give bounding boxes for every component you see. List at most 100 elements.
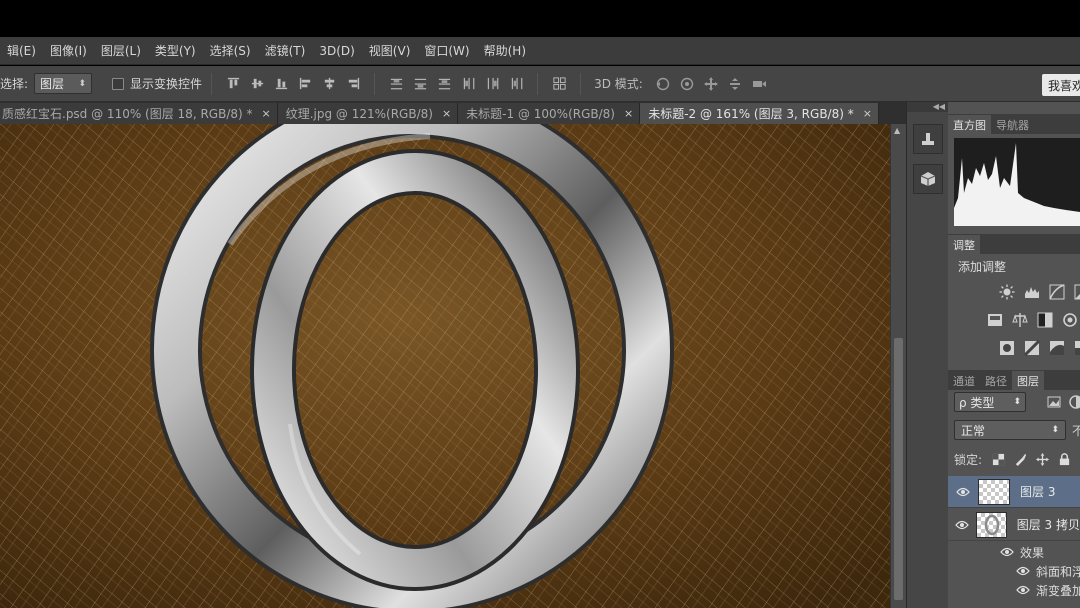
lock-transparent-icon[interactable] xyxy=(988,450,1008,468)
invert-icon[interactable] xyxy=(996,338,1018,358)
auto-select-value: 图层 xyxy=(40,77,65,91)
distribute-top-icon[interactable] xyxy=(384,74,408,94)
layers-panel-tabs: 通道 路径 图层 xyxy=(948,370,1080,390)
align-left-icon[interactable] xyxy=(293,74,317,94)
menu-view[interactable]: 视图(V) xyxy=(362,42,418,59)
scroll-up-icon[interactable]: ▲ xyxy=(894,126,900,135)
workspace-button[interactable]: 我喜欢 xyxy=(1042,74,1080,96)
curves-icon[interactable] xyxy=(1046,282,1068,302)
canvas-artwork xyxy=(0,124,890,608)
tab-histogram[interactable]: 直方图 xyxy=(948,115,991,134)
tab-document-3[interactable]: 未标题-1 @ 100%(RGB/8) × xyxy=(458,103,641,124)
auto-select-dropdown[interactable]: 图层 ⬍ xyxy=(34,73,93,94)
tab-navigator[interactable]: 导航器 xyxy=(991,115,1034,134)
exposure-icon[interactable] xyxy=(1071,282,1080,302)
slide-3d-icon[interactable] xyxy=(723,74,747,94)
menu-layer[interactable]: 图层(L) xyxy=(94,42,148,59)
distribute-bottom-icon[interactable] xyxy=(432,74,456,94)
levels-icon[interactable] xyxy=(1021,282,1043,302)
distribute-vcenter-icon[interactable] xyxy=(408,74,432,94)
menu-edit[interactable]: 辑(E) xyxy=(0,42,43,59)
dropdown-arrow-icon: ⬍ xyxy=(1051,425,1059,435)
show-transform-label: 显示变换控件 xyxy=(130,77,203,91)
blend-mode-dropdown[interactable]: 正常 ⬍ xyxy=(954,420,1066,440)
lock-position-move-icon[interactable] xyxy=(1032,450,1052,468)
lock-image-brush-icon[interactable] xyxy=(1010,450,1030,468)
dropdown-arrow-icon: ⬍ xyxy=(78,78,87,89)
tab-document-1[interactable]: 质感红宝石.psd @ 110% (图层 18, RGB/8) * × xyxy=(0,103,278,124)
effects-group-row[interactable]: 效果 xyxy=(948,543,1080,561)
eye-icon[interactable] xyxy=(1000,547,1014,557)
lock-row: 锁定: xyxy=(954,450,1076,468)
tab-document-4-active[interactable]: 未标题-2 @ 161% (图层 3, RGB/8) * × xyxy=(640,103,879,124)
vibrance-icon[interactable] xyxy=(984,310,1006,330)
tab-channels[interactable]: 通道 xyxy=(948,371,980,390)
black-white-icon[interactable] xyxy=(1034,310,1056,330)
tab-label: 未标题-1 @ 100%(RGB/8) xyxy=(466,107,615,121)
right-panels: 直方图 导航器 调整 添加调整 通道 路径 图层 ρ 类型 ⬍ 正常 ⬍ 不 锁… xyxy=(948,102,1080,608)
close-icon[interactable]: × xyxy=(624,107,633,120)
align-top-icon[interactable] xyxy=(221,74,245,94)
show-transform-checkbox[interactable]: 显示变换控件 xyxy=(112,75,202,92)
tab-adjustments[interactable]: 调整 xyxy=(948,235,980,254)
history-panel-button[interactable] xyxy=(913,124,943,154)
close-icon[interactable]: × xyxy=(863,107,872,120)
eye-icon[interactable] xyxy=(1016,585,1030,595)
pan-3d-icon[interactable] xyxy=(699,74,723,94)
scrollbar-thumb[interactable] xyxy=(894,338,903,600)
menu-select[interactable]: 选择(S) xyxy=(203,42,258,59)
threshold-icon[interactable] xyxy=(1046,338,1068,358)
toolbar-divider xyxy=(537,72,539,95)
collapse-dock-icon[interactable]: ◀◀ xyxy=(907,102,949,112)
distribute-hcenter-icon[interactable] xyxy=(480,74,504,94)
layer-row[interactable]: 图层 3 拷贝 xyxy=(948,509,1080,541)
layer-row-active[interactable]: 图层 3 xyxy=(948,476,1080,508)
menu-type[interactable]: 类型(Y) xyxy=(148,42,203,59)
eye-icon[interactable] xyxy=(948,487,978,497)
adjustment-filter-icon[interactable] xyxy=(1068,394,1080,410)
mode-3d-label: 3D 模式: xyxy=(594,77,643,91)
close-icon[interactable]: × xyxy=(442,107,451,120)
align-right-icon[interactable] xyxy=(341,74,365,94)
eye-icon[interactable] xyxy=(1016,566,1030,576)
histogram-panel-tabs: 直方图 导航器 xyxy=(948,114,1080,134)
camera-3d-icon[interactable] xyxy=(747,74,771,94)
eye-icon[interactable] xyxy=(948,520,976,530)
align-vcenter-icon[interactable] xyxy=(245,74,269,94)
distribute-left-icon[interactable] xyxy=(456,74,480,94)
close-icon[interactable]: × xyxy=(262,107,271,120)
roll-3d-icon[interactable] xyxy=(675,74,699,94)
layer-filter-dropdown[interactable]: ρ 类型 ⬍ xyxy=(954,392,1026,412)
menu-3d[interactable]: 3D(D) xyxy=(312,44,361,58)
3d-panel-button[interactable] xyxy=(913,164,943,194)
menu-window[interactable]: 窗口(W) xyxy=(417,42,476,59)
ring-thumbnail-icon xyxy=(985,514,1000,535)
menu-filter[interactable]: 滤镜(T) xyxy=(258,42,313,59)
align-hcenter-icon[interactable] xyxy=(317,74,341,94)
rotate-3d-icon[interactable] xyxy=(651,74,675,94)
effects-label: 效果 xyxy=(1020,545,1045,560)
auto-align-icon[interactable] xyxy=(547,74,571,94)
tab-paths[interactable]: 路径 xyxy=(980,371,1012,390)
effect-item-bevel[interactable]: 斜面和浮雕 xyxy=(948,562,1080,580)
posterize-icon[interactable] xyxy=(1021,338,1043,358)
menu-help[interactable]: 帮助(H) xyxy=(477,42,533,59)
opacity-label: 不 xyxy=(1072,424,1080,438)
distribute-right-icon[interactable] xyxy=(504,74,528,94)
layer-name: 图层 3 xyxy=(1020,485,1056,499)
blend-mode-value: 正常 xyxy=(961,423,986,438)
align-bottom-icon[interactable] xyxy=(269,74,293,94)
menu-image[interactable]: 图像(I) xyxy=(43,42,94,59)
effect-item-gradient-overlay[interactable]: 渐变叠加 xyxy=(948,581,1080,599)
tab-document-2[interactable]: 纹理.jpg @ 121%(RGB/8) × xyxy=(277,103,459,124)
tab-layers[interactable]: 图层 xyxy=(1012,371,1044,390)
tab-label: 纹理.jpg @ 121%(RGB/8) xyxy=(285,107,433,121)
gradient-map-icon[interactable] xyxy=(1071,338,1080,358)
lock-all-icon[interactable] xyxy=(1054,450,1074,468)
document-canvas[interactable] xyxy=(0,124,890,608)
color-balance-icon[interactable] xyxy=(1009,310,1031,330)
photo-filter-icon[interactable] xyxy=(1059,310,1080,330)
canvas-vertical-scrollbar[interactable]: ▲ xyxy=(890,124,906,608)
brightness-icon[interactable] xyxy=(996,282,1018,302)
image-filter-icon[interactable] xyxy=(1046,394,1062,410)
